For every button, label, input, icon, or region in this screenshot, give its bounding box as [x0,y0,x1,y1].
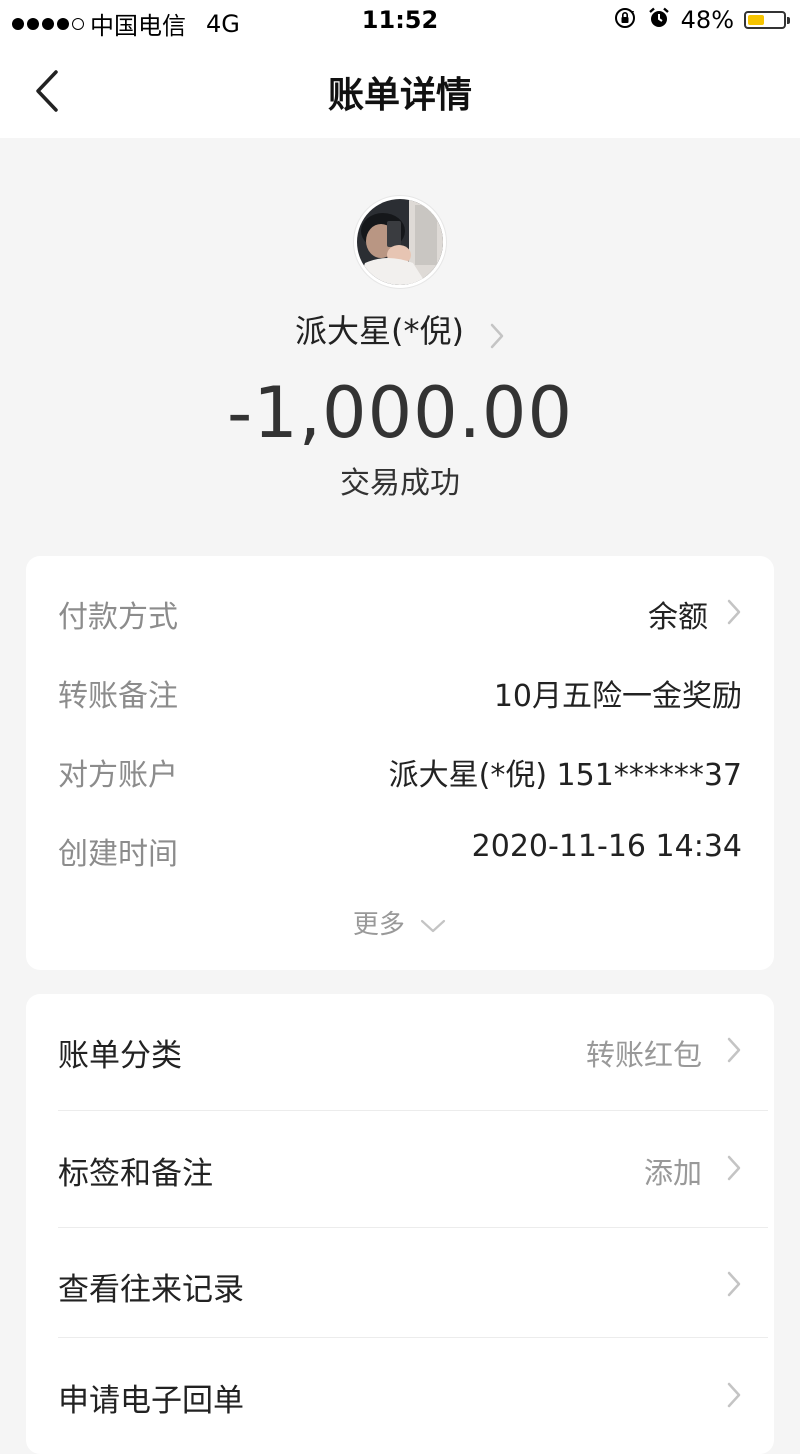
detail-row-transfer-note: 转账备注 10月五险一金奖励 [58,671,742,714]
payee-name: 派大星(*倪) [294,312,464,350]
chevron-right-icon [726,1036,742,1068]
detail-label: 对方账户 [58,758,178,793]
detail-row-created-time: 创建时间 2020-11-16 14:34 [58,829,742,872]
chevron-right-icon [726,1154,742,1186]
transaction-status: 交易成功 [340,466,460,501]
battery-percent: 48% [680,6,734,34]
detail-label: 创建时间 [58,837,178,872]
chevron-right-icon [726,1381,742,1413]
navigation-bar: 账单详情 [0,44,800,138]
transaction-amount: -1,000.00 [227,372,573,454]
divider [58,1110,768,1111]
actions-card: 账单分类 转账红包 标签和备注 添加 查看往来记录 申请电子回单 [26,994,774,1454]
detail-value: 余额 [648,600,708,635]
list-item-label: 账单分类 [58,1038,182,1074]
detail-row-payment-method[interactable]: 付款方式 余额 [58,592,742,635]
detail-label: 转账备注 [58,679,178,714]
detail-value: 2020-11-16 14:34 [471,829,742,864]
avatar-image [357,199,443,285]
detail-label: 付款方式 [58,600,178,635]
alarm-icon [647,6,671,34]
list-item-view-history[interactable]: 查看往来记录 [26,1228,774,1340]
details-card: 付款方式 余额 转账备注 10月五险一金奖励 对方账户 派大星(*倪) 151*… [26,556,774,970]
list-item-tags-notes[interactable]: 标签和备注 添加 [26,1112,774,1224]
chevron-right-icon [726,598,742,630]
status-bar: 中国电信 4G 11:52 48% [0,0,800,44]
detail-value: 派大星(*倪) 151******37 [388,758,742,793]
payee-row[interactable]: 派大星(*倪) [0,306,800,354]
status-bar-right: 48% [613,6,790,34]
chevron-down-icon [421,919,446,932]
page-title: 账单详情 [327,75,472,116]
divider [58,1337,768,1338]
list-item-value: 添加 [643,1156,702,1190]
detail-value: 10月五险一金奖励 [493,679,742,714]
more-toggle[interactable]: 更多 [26,904,774,941]
battery-icon [744,11,790,29]
more-label: 更多 [352,910,405,940]
list-item-value: 转账红包 [585,1038,702,1072]
battery-fill [748,15,765,25]
chevron-right-icon [489,322,505,354]
list-item-label: 标签和备注 [58,1156,213,1192]
avatar[interactable] [354,196,446,288]
list-item-bill-category[interactable]: 账单分类 转账红包 [26,994,774,1106]
list-item-e-receipt[interactable]: 申请电子回单 [26,1339,774,1451]
list-item-label: 申请电子回单 [58,1383,244,1419]
rotation-lock-icon [613,6,637,34]
chevron-right-icon [726,1270,742,1302]
list-item-label: 查看往来记录 [58,1272,244,1308]
detail-row-counterparty: 对方账户 派大星(*倪) 151******37 [58,750,742,793]
